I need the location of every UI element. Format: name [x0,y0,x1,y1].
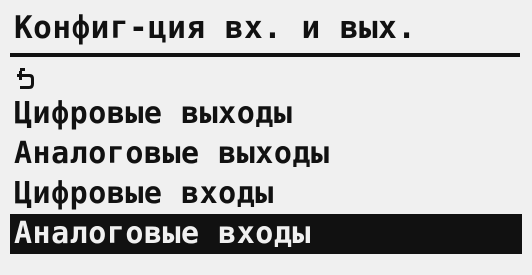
back-arrow-icon [14,64,38,92]
back-button[interactable] [10,60,522,94]
menu-item-digital-outputs[interactable]: Цифровые выходы [10,94,522,134]
lcd-screen: Конфиг-ция вх. и вых. Цифровые выходы Ан… [0,0,532,275]
title-divider [10,53,520,57]
menu-item-analog-outputs[interactable]: Аналоговые выходы [10,134,522,174]
page-title: Конфиг-ция вх. и вых. [14,10,417,46]
menu-list: Цифровые выходы Аналоговые выходы Цифров… [10,60,522,254]
menu-item-digital-inputs[interactable]: Цифровые входы [10,174,522,214]
menu-item-analog-inputs[interactable]: Аналоговые входы [10,214,522,254]
